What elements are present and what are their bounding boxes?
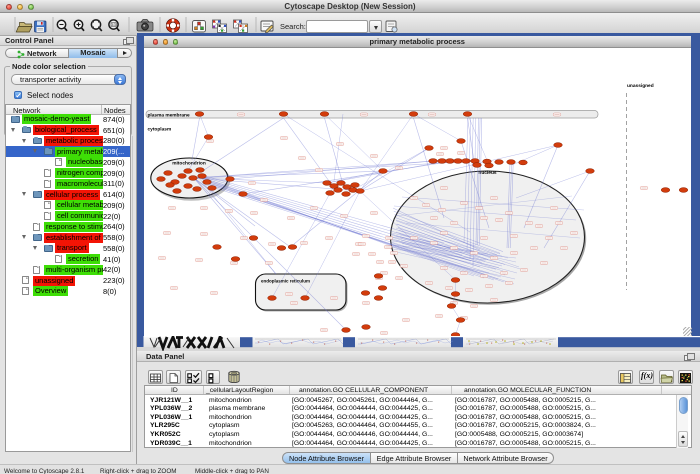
svg-text:mitochondrion: mitochondrion [172, 161, 206, 167]
svg-text:endoplasmic reticulum: endoplasmic reticulum [261, 279, 310, 284]
svg-text:1:1: 1:1 [111, 23, 116, 27]
svg-text:unassigned: unassigned [627, 83, 654, 89]
svg-text:plasma membrane: plasma membrane [147, 113, 189, 119]
svg-text:nucleus: nucleus [478, 170, 496, 176]
svg-text:cytoplasm: cytoplasm [147, 127, 171, 133]
